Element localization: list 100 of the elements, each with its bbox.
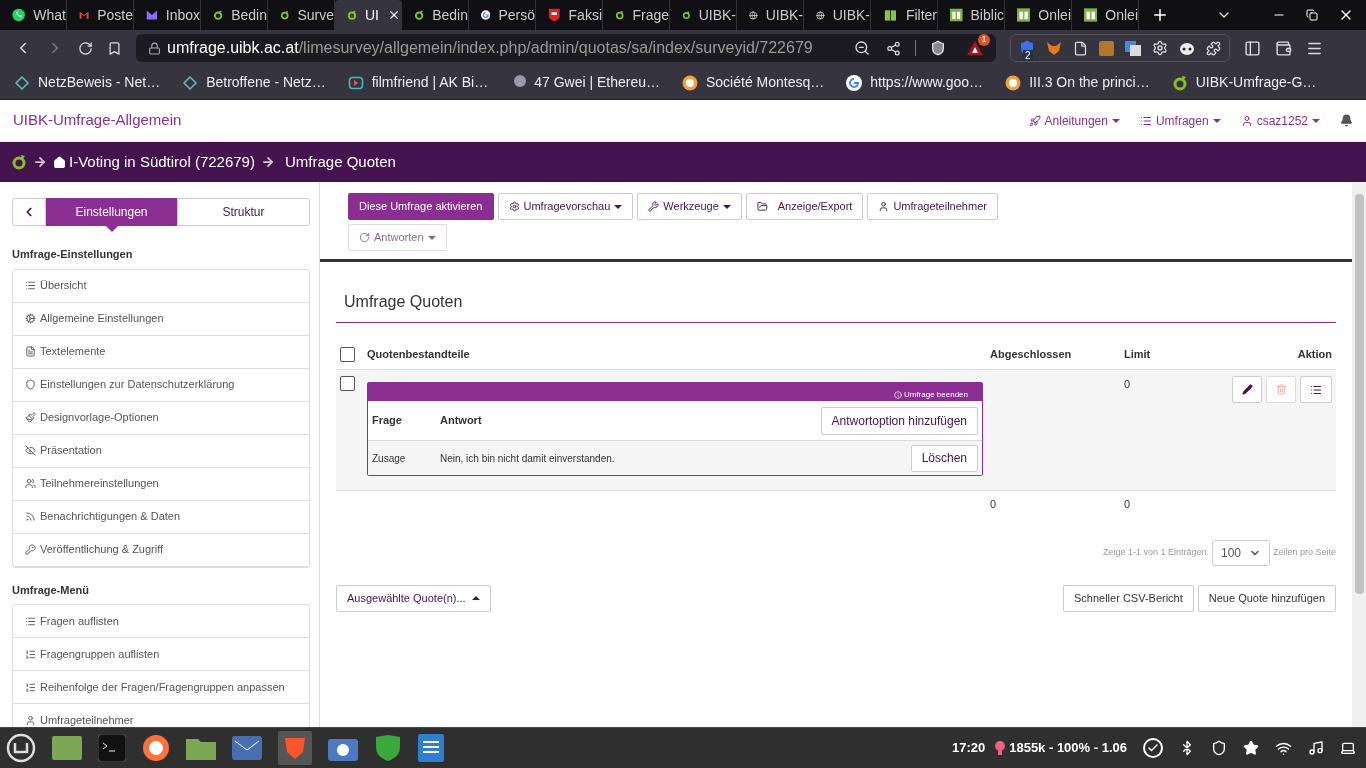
menu-item[interactable]: Veröffentlichung & Zugriff bbox=[13, 533, 309, 567]
restore-icon[interactable] bbox=[1306, 9, 1318, 21]
trash-icon bbox=[1275, 384, 1287, 395]
check-icon[interactable] bbox=[1147, 742, 1159, 754]
segment-tab[interactable]: Struktur bbox=[177, 198, 310, 226]
mint-logo-icon[interactable] bbox=[6, 733, 36, 763]
menu-item[interactable]: Übersicht bbox=[13, 269, 309, 303]
puzzle-icon[interactable] bbox=[1206, 40, 1221, 56]
edit-button[interactable] bbox=[1232, 376, 1262, 403]
star-icon[interactable] bbox=[1243, 740, 1259, 756]
options-button[interactable] bbox=[1300, 376, 1332, 403]
info-icon bbox=[893, 391, 902, 399]
document-icon[interactable] bbox=[1073, 40, 1088, 56]
toolbar-button[interactable]: Diese Umfrage aktivieren bbox=[348, 193, 494, 220]
bulk-action-button[interactable]: Ausgewählte Quote(n)... bbox=[336, 584, 491, 612]
browser-tab[interactable]: UI bbox=[335, 0, 402, 30]
users-icon bbox=[25, 478, 36, 489]
sort-icon bbox=[25, 681, 36, 693]
mail-icon[interactable] bbox=[232, 736, 262, 760]
total-cell-text: 0 bbox=[990, 497, 998, 512]
action-button[interactable]: Neue Quote hinzufügen bbox=[1197, 584, 1336, 612]
lock-icon bbox=[148, 41, 161, 55]
share-icon[interactable] bbox=[886, 40, 901, 56]
toolbar-button[interactable]: Umfrageteilnehmer bbox=[867, 193, 998, 220]
address-bar[interactable]: umfrage.uibk.ac.at/limesurvey/allgemein/index.php/admin/quotas/sa/index/surveyid/722679 1 bbox=[136, 34, 996, 62]
music-icon[interactable] bbox=[1308, 740, 1324, 756]
bookmark-item[interactable]: UIBK-Umfrage-G… bbox=[1171, 72, 1317, 93]
shield-icon bbox=[25, 379, 36, 390]
bookmark-item[interactable]: NetzBeweis - Net… bbox=[14, 72, 161, 93]
total-cell-text: 0 bbox=[1124, 497, 1131, 512]
gears-icon bbox=[25, 313, 36, 324]
caret-icon bbox=[471, 596, 480, 600]
wheel-icon[interactable] bbox=[1152, 40, 1168, 56]
menu-item[interactable]: Teilnehmereinstellungen bbox=[13, 467, 309, 501]
bell-icon[interactable] bbox=[1340, 114, 1353, 127]
terminal-icon[interactable] bbox=[98, 734, 126, 762]
bookmark-item[interactable]: filmfriend | AK Bi… bbox=[347, 72, 489, 93]
menu-item[interactable]: Allgemeine Einstellungen bbox=[13, 302, 309, 336]
toolbar-button[interactable]: Anzeige/Export bbox=[745, 193, 864, 220]
bookmark-icon[interactable] bbox=[107, 40, 122, 56]
coin-icon bbox=[1005, 74, 1022, 91]
pagination-summary: Zeige 1-1 von 1 Einträgen. bbox=[1102, 545, 1209, 559]
user-icon bbox=[25, 714, 36, 726]
clock[interactable]: 17:20 bbox=[951, 738, 986, 758]
arrow-icon bbox=[260, 155, 275, 169]
column-header: Limit bbox=[1124, 346, 1152, 362]
diamond-icon bbox=[14, 74, 30, 91]
column-header: Aktion bbox=[1297, 346, 1333, 362]
delete-button[interactable]: Löschen bbox=[910, 444, 978, 472]
menu-item[interactable]: Textelemente bbox=[13, 335, 309, 369]
nav-link[interactable]: Anleitungen bbox=[1028, 111, 1120, 130]
menu-item[interactable]: Einstellungen zur Datenschutzerklärung bbox=[13, 368, 309, 402]
menu-item[interactable]: Präsentation bbox=[13, 434, 309, 468]
site-brand[interactable]: UIBK-Umfrage-Allgemein bbox=[13, 109, 182, 132]
url-text: umfrage.uibk.ac.at/limesurvey/allgemein/index.php/admin/quotas/sa/index/surveyid/722679 bbox=[167, 38, 813, 58]
zoom-out-icon[interactable] bbox=[854, 40, 870, 56]
scrollbar[interactable] bbox=[1352, 182, 1366, 727]
bookmark-item[interactable]: III.3 On the princi… bbox=[1005, 72, 1150, 93]
bookmark-item[interactable]: Betroffene - Netz… bbox=[182, 72, 326, 93]
list-icon bbox=[1310, 383, 1322, 396]
nav-link[interactable]: csaz1252 bbox=[1240, 111, 1320, 130]
pagination-suffix: Zeilen pro Seite bbox=[1272, 545, 1336, 559]
bookmark-item[interactable]: 47 Gwei | Ethereu… bbox=[510, 72, 660, 93]
rss-icon bbox=[25, 511, 36, 522]
bookmark-item[interactable]: Société Montesq… bbox=[682, 72, 825, 93]
reload-icon[interactable] bbox=[78, 40, 93, 56]
caret-icon bbox=[1212, 118, 1221, 123]
close-icon[interactable] bbox=[387, 8, 401, 22]
column-header: Antwort bbox=[440, 413, 483, 429]
menu-item[interactable]: Fragengruppen auflisten bbox=[13, 638, 309, 671]
checkbox[interactable] bbox=[340, 346, 355, 362]
checkbox[interactable] bbox=[340, 376, 355, 391]
page-size-select[interactable]: 100 bbox=[1211, 539, 1270, 566]
wallet-icon[interactable] bbox=[1275, 39, 1292, 57]
table-cell-text: Nein, ich bin nicht damit einverstanden. bbox=[440, 451, 616, 466]
panda-icon[interactable] bbox=[1179, 41, 1195, 55]
document-icon[interactable] bbox=[418, 734, 444, 762]
shield-icon[interactable] bbox=[1211, 740, 1227, 756]
menu-item[interactable]: Benachrichtigungen & Daten bbox=[13, 500, 309, 534]
document-icon bbox=[25, 346, 36, 357]
bookmark-item[interactable]: https://www.goo… bbox=[846, 72, 984, 93]
add-answer-button[interactable]: Antwortoption hinzufügen bbox=[820, 406, 978, 435]
fox-icon[interactable] bbox=[1046, 40, 1062, 56]
nav-link[interactable]: Umfragen bbox=[1139, 111, 1221, 130]
logo-icon bbox=[950, 7, 963, 23]
toolbar-button[interactable]: Antworten bbox=[348, 224, 447, 251]
breadcrumb-current: Umfrage Quoten bbox=[284, 151, 396, 172]
new-tab-icon[interactable] bbox=[1151, 6, 1169, 24]
folder-icon[interactable] bbox=[186, 736, 216, 760]
folder-icon bbox=[756, 201, 768, 212]
menu-item[interactable]: Designvorlage-Optionen bbox=[13, 401, 309, 435]
triangle-icon[interactable] bbox=[966, 40, 984, 56]
toolbar-button[interactable]: Werkzeuge bbox=[637, 193, 742, 220]
action-button[interactable]: Schneller CSV-Bericht bbox=[1062, 584, 1194, 612]
menu-item[interactable]: Reihenfolge der Fragen/Fragengruppen anpassen bbox=[13, 671, 309, 704]
menu-item[interactable]: Fragen auflisten bbox=[13, 605, 309, 638]
toolbar-button[interactable]: Umfragevorschau bbox=[497, 193, 634, 220]
breadcrumb-link[interactable]: I-Voting in Südtirol (722679) bbox=[69, 150, 255, 174]
sidebar-icon[interactable] bbox=[1244, 39, 1261, 57]
caret-icon bbox=[722, 204, 731, 209]
